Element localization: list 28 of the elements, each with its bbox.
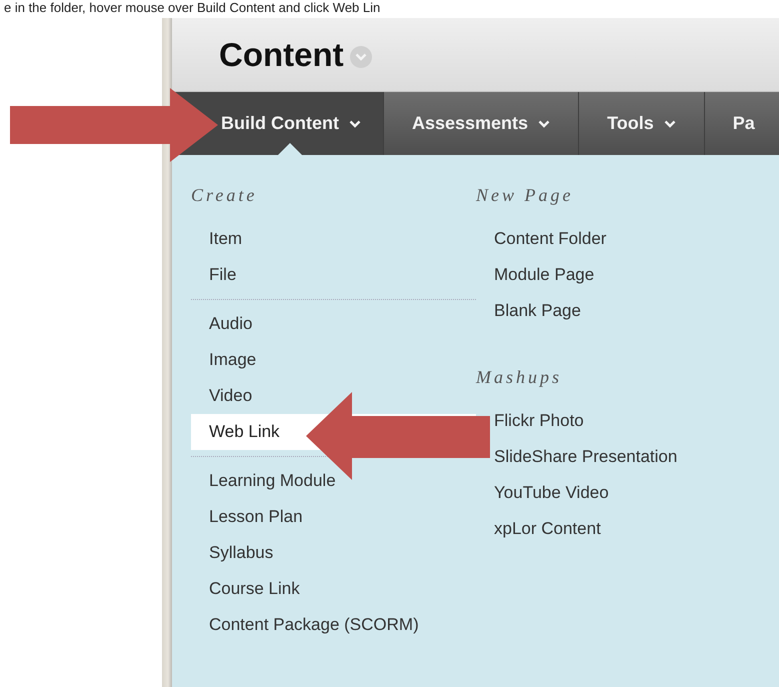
menu-item[interactable]: Item [209, 221, 242, 257]
menu-item[interactable]: SlideShare Presentation [494, 439, 678, 475]
section-heading: Create [191, 185, 258, 207]
page-title: Content [219, 36, 344, 74]
menu-item[interactable]: Course Link [209, 571, 300, 607]
menu-item[interactable]: Lesson Plan [209, 499, 303, 535]
chevron-icon [354, 52, 367, 60]
chevron-icon [538, 120, 550, 128]
menu-item[interactable]: Web Link [209, 414, 280, 450]
menu-item[interactable]: Audio [209, 306, 252, 342]
chevron-icon [664, 120, 676, 128]
menu-item[interactable]: Image [209, 342, 256, 378]
menu-item[interactable]: YouTube Video [494, 475, 609, 511]
menu-item[interactable]: Learning Module [209, 463, 336, 499]
section-heading: Mashups [476, 367, 564, 389]
menu-item[interactable]: Blank Page [494, 293, 581, 329]
chevron-icon [348, 120, 361, 128]
menu-item[interactable]: Video [209, 378, 252, 414]
section-heading: New Page [476, 185, 574, 207]
menu-item[interactable]: Syllabus [209, 535, 274, 571]
instruction-text: e in the folder, hover mouse over Build Content and click Web Lin [3, 0, 382, 17]
menu-item[interactable]: Content Package (SCORM) [209, 607, 419, 643]
menu-item[interactable]: Flickr Photo [494, 403, 584, 439]
menu-item[interactable]: xpLor Content [494, 511, 601, 547]
menu-item[interactable]: File [209, 257, 236, 293]
title-menu-button[interactable] [350, 46, 372, 68]
menu-item[interactable]: Module Page [494, 257, 594, 293]
menu-item[interactable]: Content Folder [494, 221, 606, 257]
